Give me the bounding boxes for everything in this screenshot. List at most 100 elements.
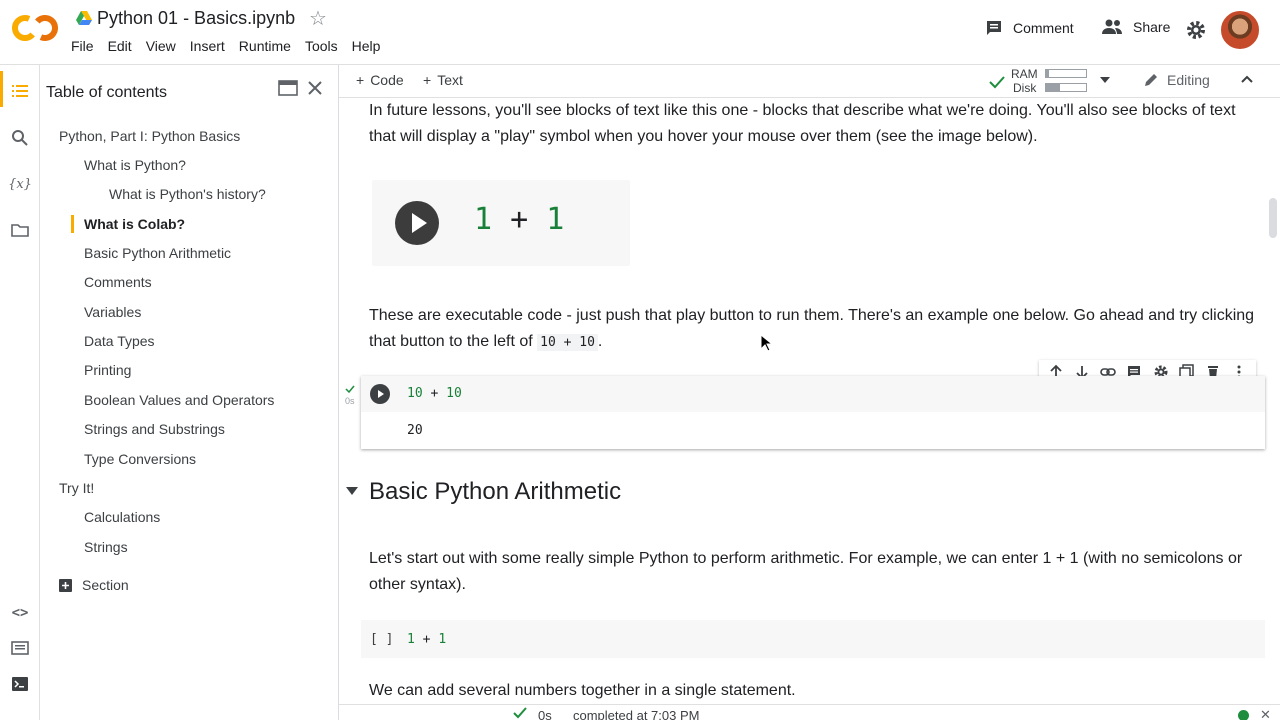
text-cell-instructions[interactable]: These are executable code - just push th… xyxy=(369,303,1259,355)
toc-item-printing[interactable]: Printing xyxy=(84,362,131,378)
variables-icon[interactable]: {x} xyxy=(8,174,32,194)
add-text-button[interactable]: + Text xyxy=(423,72,463,88)
app-header: Python 01 - Basics.ipynb ☆ File Edit Vie… xyxy=(0,0,1280,64)
toc-item-data-types[interactable]: Data Types xyxy=(84,333,155,349)
notebook-title[interactable]: Python 01 - Basics.ipynb xyxy=(97,8,295,29)
cell-output: 20 xyxy=(407,423,423,438)
run-cell-button[interactable]: [ ] xyxy=(370,632,393,647)
connected-check-icon xyxy=(989,76,1005,89)
open-in-tab-icon[interactable] xyxy=(278,79,298,97)
left-rail: {x} <> xyxy=(0,64,40,720)
rail-active-indicator xyxy=(0,71,3,107)
editing-label: Editing xyxy=(1167,72,1210,88)
play-icon xyxy=(395,201,439,245)
code-operand-a: 1 xyxy=(407,632,415,647)
section-heading: Basic Python Arithmetic xyxy=(369,478,622,505)
comment-label: Comment xyxy=(1013,20,1074,36)
check-icon xyxy=(345,385,355,394)
ram-usage-fill xyxy=(1046,70,1050,77)
connection-status-dot xyxy=(1238,710,1249,720)
code-snippets-icon[interactable]: <> xyxy=(10,603,30,623)
code-editor[interactable]: 1 + 1 xyxy=(407,632,446,647)
play-button-demo-image: 1 + 1 xyxy=(372,180,630,266)
vertical-scrollbar[interactable] xyxy=(1268,98,1280,704)
close-icon[interactable]: ✕ xyxy=(1260,707,1271,720)
comment-button[interactable]: Comment xyxy=(984,18,1074,38)
share-label: Share xyxy=(1133,19,1171,35)
cell-exec-status: 0s xyxy=(345,385,355,407)
code-cell[interactable]: 10 + 10 20 xyxy=(361,376,1265,449)
code-cell-input[interactable]: 10 + 10 xyxy=(361,376,1265,412)
toc-item-boolean-values[interactable]: Boolean Values and Operators xyxy=(84,392,274,408)
toc-item-what-is-colab[interactable]: What is Colab? xyxy=(84,216,185,232)
menu-tools[interactable]: Tools xyxy=(298,37,345,55)
editing-mode-button[interactable]: Editing xyxy=(1143,72,1210,88)
add-code-label: Code xyxy=(370,72,404,88)
scrollbar-thumb[interactable] xyxy=(1269,198,1277,238)
chevron-up-icon[interactable] xyxy=(1239,71,1255,87)
toc-title: Table of contents xyxy=(46,84,167,101)
toc-active-indicator xyxy=(71,215,74,233)
toc-item-comments[interactable]: Comments xyxy=(84,274,152,290)
google-drive-icon[interactable] xyxy=(76,11,92,25)
colab-logo[interactable] xyxy=(12,12,58,44)
toc-item-variables[interactable]: Variables xyxy=(84,304,141,320)
demo-code-a: 1 xyxy=(474,202,493,237)
instructions-end: . xyxy=(597,332,603,350)
play-icon xyxy=(378,390,384,398)
dropdown-arrow-icon[interactable] xyxy=(1100,77,1110,83)
menu-edit[interactable]: Edit xyxy=(101,37,139,55)
settings-gear-icon[interactable] xyxy=(1185,19,1207,41)
menu-insert[interactable]: Insert xyxy=(183,37,232,55)
plus-icon: + xyxy=(423,72,432,88)
code-operand-a: 10 xyxy=(407,386,423,401)
menu-view[interactable]: View xyxy=(139,37,183,55)
close-icon[interactable] xyxy=(306,79,324,97)
menu-help[interactable]: Help xyxy=(345,37,388,55)
add-box-icon xyxy=(59,578,72,592)
toc-item-basic-arithmetic[interactable]: Basic Python Arithmetic xyxy=(84,245,231,261)
toc-item-python-history[interactable]: What is Python's history? xyxy=(109,186,266,202)
code-operand-b: 10 xyxy=(446,386,462,401)
text-cell-several-numbers[interactable]: We can add several numbers together in a… xyxy=(369,678,1259,704)
toc-item-calculations[interactable]: Calculations xyxy=(84,509,160,525)
search-icon[interactable] xyxy=(10,128,30,148)
command-palette-icon[interactable] xyxy=(10,638,30,658)
toc-item-python-part-i[interactable]: Python, Part I: Python Basics xyxy=(59,128,240,144)
menu-runtime[interactable]: Runtime xyxy=(232,37,298,55)
toc-item-try-it[interactable]: Try It! xyxy=(59,480,94,496)
menu-file[interactable]: File xyxy=(64,37,101,55)
demo-code-b: 1 xyxy=(546,202,565,237)
add-section-button[interactable]: Section xyxy=(59,577,129,593)
code-editor[interactable]: 10 + 10 xyxy=(407,386,462,401)
add-code-button[interactable]: + Code xyxy=(356,72,404,88)
star-icon[interactable]: ☆ xyxy=(309,6,327,31)
code-cell[interactable]: [ ] 1 + 1 xyxy=(361,620,1265,658)
add-text-label: Text xyxy=(437,72,463,88)
text-cell-intro[interactable]: In future lessons, you'll see blocks of … xyxy=(369,98,1259,149)
menu-bar: File Edit View Insert Runtime Tools Help xyxy=(64,37,387,55)
code-operator: + xyxy=(430,386,439,401)
check-icon xyxy=(513,707,527,719)
run-cell-button[interactable] xyxy=(370,384,390,404)
demo-code: 1 + 1 xyxy=(474,202,564,237)
inline-code: 10 + 10 xyxy=(537,333,598,351)
toc-item-what-is-python[interactable]: What is Python? xyxy=(84,157,186,173)
folder-icon[interactable] xyxy=(10,220,30,240)
terminal-icon[interactable] xyxy=(10,674,30,694)
code-operator: + xyxy=(422,632,431,647)
disk-usage-bar xyxy=(1045,83,1087,92)
toc-list-icon[interactable] xyxy=(10,81,30,101)
toc-item-strings-substrings[interactable]: Strings and Substrings xyxy=(84,421,225,437)
user-avatar[interactable] xyxy=(1221,11,1259,49)
share-button[interactable]: Share xyxy=(1101,18,1170,36)
notebook-toolbar: + Code + Text RAM Disk Editing xyxy=(339,64,1280,98)
toc-item-strings[interactable]: Strings xyxy=(84,539,128,555)
instructions-text: These are executable code - just push th… xyxy=(369,307,1255,350)
text-cell-arithmetic-intro[interactable]: Let's start out with some really simple … xyxy=(369,546,1259,597)
status-exec-time: 0s xyxy=(538,708,552,720)
collapse-section-chevron-icon[interactable] xyxy=(346,487,358,495)
status-text: completed at 7:03 PM xyxy=(573,708,700,720)
toc-item-type-conversions[interactable]: Type Conversions xyxy=(84,451,196,467)
ram-label: RAM xyxy=(1011,67,1038,81)
